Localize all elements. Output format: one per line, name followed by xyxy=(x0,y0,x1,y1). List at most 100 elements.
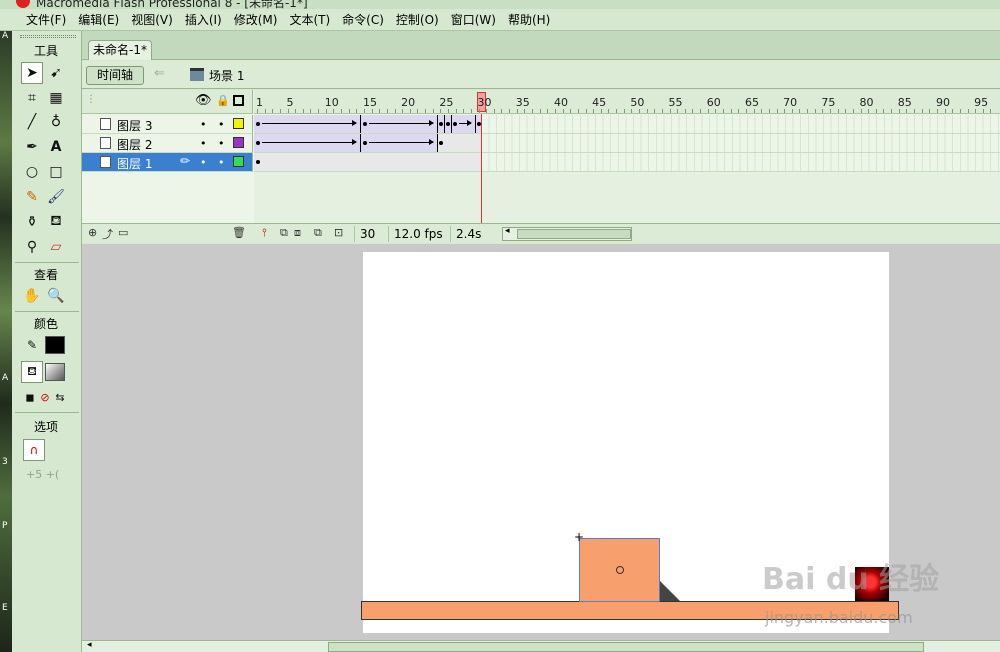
layer-row-2[interactable]: 图层 2 • • xyxy=(82,134,253,153)
static-frames[interactable] xyxy=(254,153,482,171)
ruler-tick xyxy=(883,109,885,113)
swap-colors-icon[interactable]: ⇆ xyxy=(49,386,71,408)
menu-view[interactable]: 视图(V) xyxy=(125,11,179,28)
keyframe[interactable] xyxy=(256,122,260,126)
keyframe[interactable] xyxy=(446,122,450,126)
pasteboard[interactable]: + Bai du 经验 jingyan.baidu.com xyxy=(82,244,1000,640)
keyframe[interactable] xyxy=(439,141,443,145)
menu-commands[interactable]: 命令(C) xyxy=(336,11,390,28)
scrollbar-thumb[interactable] xyxy=(517,229,631,239)
zoom-tool[interactable]: 🔍 xyxy=(45,285,67,307)
frame-rate-field[interactable]: 12.0 fps xyxy=(388,226,448,242)
lock-dot[interactable]: • xyxy=(218,137,225,150)
menu-edit[interactable]: 编辑(E) xyxy=(72,11,125,28)
stroke-color-swatch[interactable] xyxy=(45,336,65,354)
selection-tool[interactable]: ➤ xyxy=(21,62,43,84)
lock-dot[interactable]: • xyxy=(218,156,225,169)
frame-ruler[interactable]: 1 5 10 15 20 25 30 35 40 45 50 55 60 65 70 75 80 85 90 95 xyxy=(254,90,1000,114)
edit-multiple-frames-icon[interactable]: ⧉ xyxy=(314,226,322,240)
scroll-left-icon[interactable]: ◂ xyxy=(505,226,510,236)
fill-color-swatch[interactable] xyxy=(45,363,65,381)
layer-color-box[interactable] xyxy=(233,137,244,148)
keyframe[interactable] xyxy=(439,122,443,126)
eyedropper-tool[interactable]: ⚲ xyxy=(21,236,43,258)
insert-layer-icon[interactable]: ⊕ xyxy=(88,226,97,239)
eye-icon[interactable]: 👁 xyxy=(195,93,212,108)
timeline-scrollbar[interactable]: ◂ xyxy=(502,226,632,241)
motion-tween[interactable] xyxy=(361,134,438,152)
motion-tween[interactable] xyxy=(361,115,438,133)
wedge-shape[interactable] xyxy=(660,581,680,601)
frames-grid[interactable] xyxy=(254,115,1000,223)
trash-icon[interactable]: 🗑 xyxy=(232,226,246,239)
modify-onion-markers-icon[interactable]: ⊡ xyxy=(334,226,343,239)
keyframe[interactable] xyxy=(363,122,367,126)
menu-window[interactable]: 窗口(W) xyxy=(445,11,502,28)
keyframe[interactable] xyxy=(453,122,457,126)
scene-label[interactable]: 场景 1 xyxy=(209,67,244,84)
scroll-left-icon[interactable]: ◂ xyxy=(87,640,92,650)
hand-tool[interactable]: ✋ xyxy=(21,285,43,307)
layer-color-box[interactable] xyxy=(233,156,244,167)
keyframe[interactable] xyxy=(256,160,260,164)
onion-skin-icon[interactable]: ⧉ xyxy=(280,226,288,240)
back-arrow-icon[interactable]: ⇐ xyxy=(154,66,165,81)
timeline-toggle-button[interactable]: 时间轴 xyxy=(86,66,144,85)
keyframe[interactable] xyxy=(256,141,260,145)
eraser-tool[interactable]: ▱ xyxy=(45,236,67,258)
subselection-tool[interactable]: ➹ xyxy=(45,62,67,84)
lasso-tool[interactable]: ♁ xyxy=(45,111,67,133)
pencil-tool[interactable]: ✎ xyxy=(21,186,43,208)
insert-folder-icon[interactable]: ▭ xyxy=(118,226,128,239)
lock-icon[interactable]: 🔒 xyxy=(216,94,230,107)
scrollbar-thumb[interactable] xyxy=(328,642,924,652)
motion-tween[interactable] xyxy=(254,115,361,133)
snap-to-objects-icon[interactable]: ∩ xyxy=(23,439,45,461)
oval-tool[interactable]: ○ xyxy=(21,161,43,183)
motion-tween[interactable] xyxy=(452,115,476,133)
free-transform-tool[interactable]: ⌗ xyxy=(21,87,43,109)
motion-tween[interactable] xyxy=(254,134,361,152)
onion-skin-outlines-icon[interactable]: ⧈ xyxy=(294,226,301,240)
outline-icon[interactable] xyxy=(233,95,244,106)
frame-row-layer-3[interactable] xyxy=(254,115,1000,134)
menu-text[interactable]: 文本(T) xyxy=(283,11,336,28)
ink-bottle-tool[interactable]: ⚱ xyxy=(21,211,43,233)
motion-tween[interactable] xyxy=(438,115,445,133)
line-tool[interactable]: ╱ xyxy=(21,111,43,133)
layer-row-3[interactable]: 图层 3 • • xyxy=(82,115,253,134)
rectangle-tool[interactable]: □ xyxy=(45,161,67,183)
keyframe[interactable] xyxy=(363,141,367,145)
visibility-dot[interactable]: • xyxy=(200,156,207,169)
static-frames[interactable] xyxy=(438,134,482,152)
text-tool[interactable]: A xyxy=(45,136,67,158)
menu-modify[interactable]: 修改(M) xyxy=(228,11,284,28)
motion-tween[interactable] xyxy=(445,115,452,133)
center-frame-icon[interactable]: ⫯ xyxy=(262,226,267,240)
fill-transform-tool[interactable]: ▦ xyxy=(45,87,67,109)
frame-row-layer-1[interactable] xyxy=(254,153,1000,172)
paint-bucket-tool[interactable]: ⛾ xyxy=(45,211,67,233)
ruler-tick xyxy=(891,109,893,113)
menu-help[interactable]: 帮助(H) xyxy=(502,11,556,28)
document-tab[interactable]: 未命名-1* xyxy=(88,40,152,60)
menu-file[interactable]: 文件(F) xyxy=(20,11,72,28)
panel-grip[interactable] xyxy=(20,35,76,38)
square-shape[interactable] xyxy=(579,538,660,602)
ruler-tick xyxy=(448,109,449,113)
smooth-straighten-options[interactable]: +5 +( xyxy=(12,468,80,481)
menu-insert[interactable]: 插入(I) xyxy=(179,11,228,28)
frame-row-layer-2[interactable] xyxy=(254,134,1000,153)
layer-color-box[interactable] xyxy=(233,118,244,129)
add-motion-guide-icon[interactable]: ⤴ xyxy=(102,226,113,242)
empty-frame-area[interactable] xyxy=(254,172,1000,223)
stage-scrollbar[interactable]: ◂ xyxy=(82,640,1000,652)
visibility-dot[interactable]: • xyxy=(200,118,207,131)
brush-tool[interactable]: 🖌 xyxy=(45,186,67,208)
visibility-dot[interactable]: • xyxy=(200,137,207,150)
layer-row-1[interactable]: 图层 1 ✏ • • xyxy=(82,153,253,172)
lock-dot[interactable]: • xyxy=(218,118,225,131)
transform-point[interactable] xyxy=(616,566,624,574)
menu-control[interactable]: 控制(O) xyxy=(390,11,445,28)
pen-tool[interactable]: ✒ xyxy=(21,136,43,158)
